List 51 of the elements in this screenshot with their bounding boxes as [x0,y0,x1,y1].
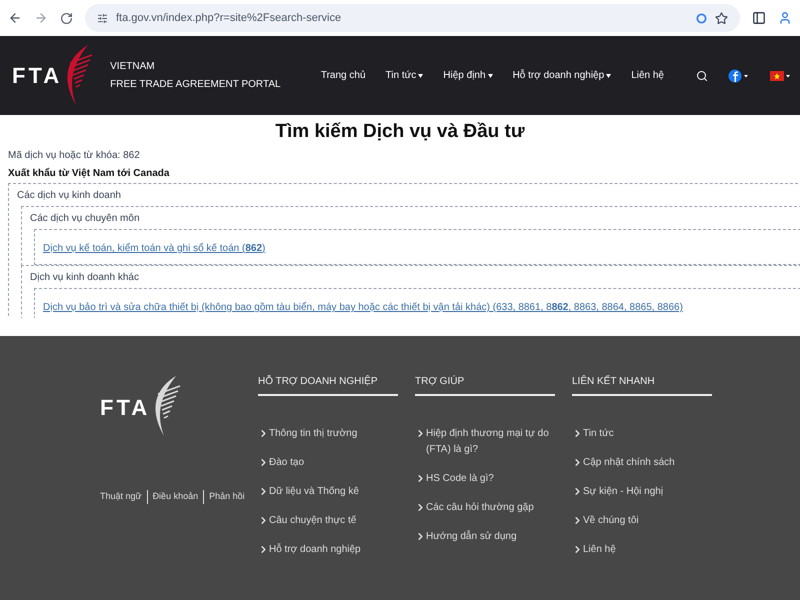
footer-heading: HỖ TRỢ DOANH NGHIỆP [258,374,398,396]
footer-link[interactable]: Tin tức [572,426,712,442]
footer-link[interactable]: Phản hồi [209,490,245,504]
footer-link[interactable]: Hiệp định thương mại tự do (FTA) là gì? [415,426,555,458]
footer-link[interactable]: Thuật ngữ [100,490,142,504]
nav-link[interactable]: Tin tức [386,68,424,83]
side-panel-icon[interactable] [752,11,766,25]
footer-link[interactable]: Về chúng tôi [572,513,712,529]
footer-heading: TRỢ GIÚP [415,374,555,396]
caret-icon [418,74,424,78]
footer-link[interactable]: Các câu hỏi thường gặp [415,500,555,516]
nav-link[interactable]: Hỗ trợ doanh nghiệp [512,68,612,83]
url-text: fta.gov.vn/index.php?r=site%2Fsearch-service [116,10,342,26]
forward-icon[interactable] [34,11,48,25]
nav-link[interactable]: Trang chủ [320,68,366,83]
site-settings-icon[interactable] [97,12,108,24]
site-title: FREE TRADE AGREEMENT PORTAL [110,80,281,90]
page-title: Tìm kiếm Dịch vụ và Đầu tư [274,120,526,144]
nav-link[interactable]: Hiệp định [443,68,493,83]
footer-link[interactable]: Thông tin thị trường [258,426,398,442]
site-subtitle: VIETNAM [110,62,156,72]
category-title: Các dịch vụ kinh doanh [16,189,122,203]
search-query: Mã dịch vụ hoặc từ khóa: 862 [8,149,141,163]
caret-icon [606,74,612,78]
footer-link[interactable]: Cập nhật chính sách [572,455,712,471]
search-icon[interactable] [696,70,708,82]
footer-link[interactable]: Điều khoản [152,490,198,504]
reload-icon[interactable] [60,12,73,24]
trade-direction: Xuất khẩu từ Việt Nam tới Canada [8,166,170,181]
logo-text: FTA [100,394,150,422]
logo-text: FTA [12,62,62,90]
footer-link[interactable]: Sự kiện - Hội nghị [572,484,712,500]
category-title: Các dịch vụ chuyên môn [29,212,141,226]
bookmark-star-icon[interactable] [715,12,728,24]
back-icon[interactable] [8,11,22,25]
nav-link[interactable]: Liên hệ [631,68,664,83]
service-link[interactable]: Dịch vụ kế toán, kiểm toán và ghi sổ kế toán (862) [43,243,266,254]
category-title: Dịch vụ kinh doanh khác [29,271,140,285]
footer-link[interactable]: Đào tạo [258,455,398,471]
footer-link[interactable]: Câu chuyện thực tế [258,513,398,529]
address-bar[interactable]: fta.gov.vn/index.php?r=site%2Fsearch-service [85,4,740,32]
caret-icon [488,74,493,78]
facebook-icon[interactable] [728,68,750,82]
footer-link[interactable]: Hướng dẫn sử dụng [415,529,555,545]
footer-link[interactable]: HS Code là gì? [415,471,555,487]
profile-icon[interactable] [778,11,792,25]
footer-link[interactable]: Hỗ trợ doanh nghiệp [258,542,398,558]
flag-icon[interactable] [770,70,792,82]
footer-heading: LIÊN KẾT NHANH [572,374,712,396]
footer-link[interactable]: Liên hệ [572,542,712,558]
footer-link[interactable]: Dữ liệu và Thống kê [258,484,398,500]
